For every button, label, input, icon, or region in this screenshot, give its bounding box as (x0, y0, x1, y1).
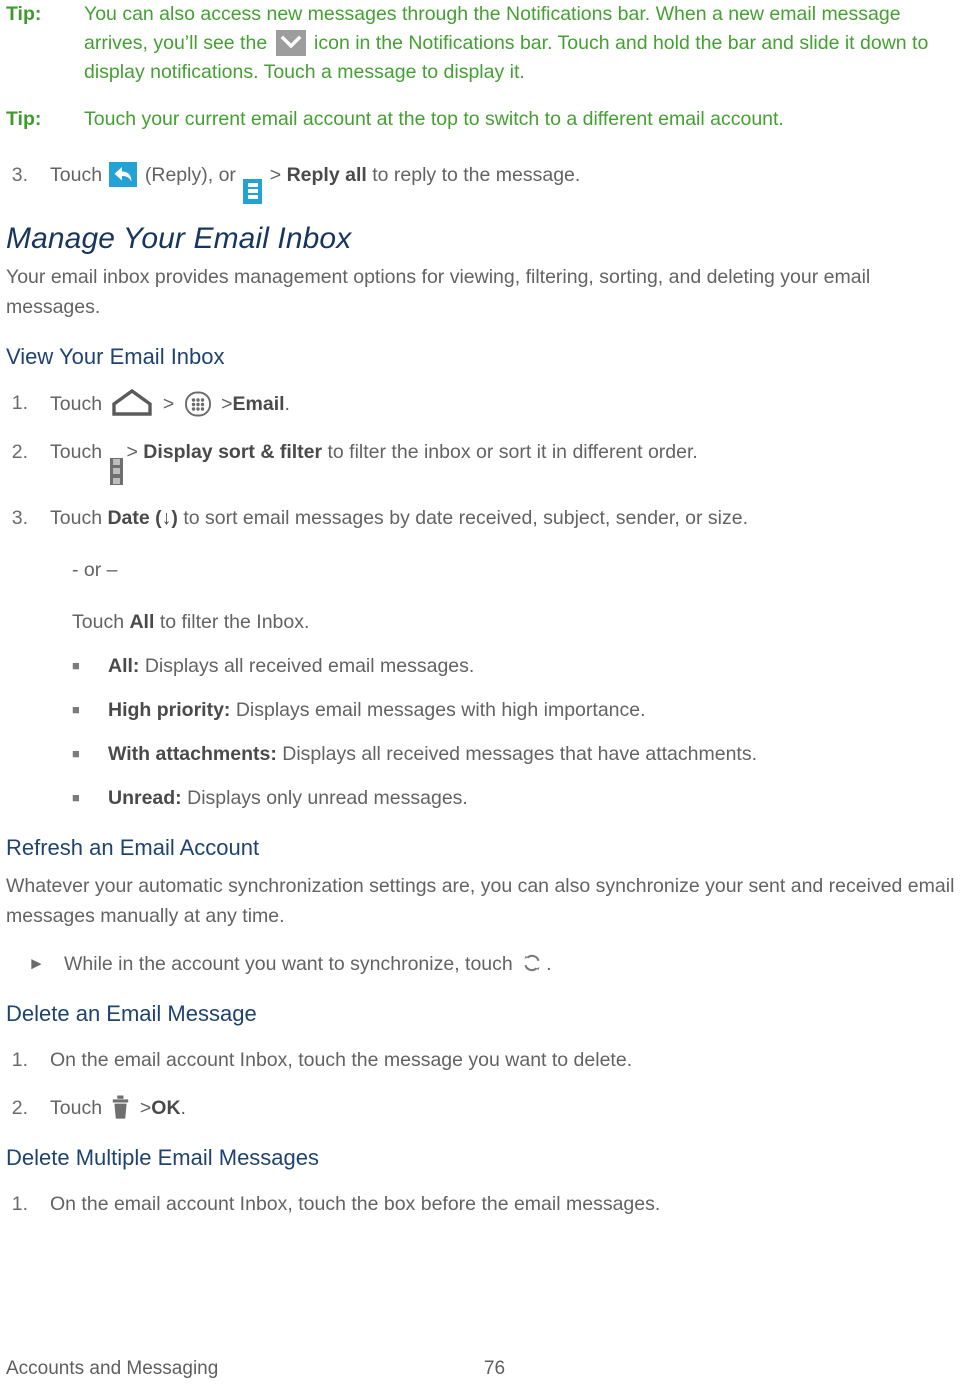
step-number: 2. (11, 440, 28, 463)
list-item: ■ All: Displays all received email messa… (6, 651, 963, 681)
section-intro: Your email inbox provides management opt… (6, 265, 871, 318)
separator: > (139, 1096, 152, 1119)
step-open-email: 1. Touch > >Email. (6, 388, 963, 419)
step-number: 1. (11, 1192, 28, 1215)
heading-delete-multiple-email-messages: Delete Multiple Email Messages (6, 1144, 320, 1170)
step-text: On the email account Inbox, touch the me… (50, 1048, 633, 1071)
list-item: ■ With attachments: Displays all receive… (6, 739, 963, 769)
heading-view-your-email-inbox: View Your Email Inbox (6, 343, 225, 369)
tip-block-switch-account: Tip: Touch your current email account at… (6, 105, 963, 134)
step-select-multiple-messages: 1. On the email account Inbox, touch the… (6, 1189, 963, 1219)
step-text: While in the account you want to synchro… (64, 949, 963, 979)
manual-page: Tip: You can also access new messages th… (0, 0, 969, 1396)
period: . (284, 392, 290, 415)
touch-word: Touch (72, 610, 125, 633)
tip-text: You can also access new messages through… (84, 0, 963, 87)
step-synchronize: ► While in the account you want to synch… (6, 949, 963, 979)
reply-paren-text: (Reply), or (144, 164, 236, 186)
step-tail: to reply to the message. (372, 164, 581, 186)
step-text-part2: . (546, 952, 552, 975)
footer-page-number: 76 (483, 1358, 506, 1379)
alt-step-tail: to filter the Inbox. (159, 610, 310, 633)
square-bullet-icon: ■ (72, 657, 80, 673)
filter-description: Displays all received email messages. (144, 654, 475, 677)
page-footer: Accounts and Messaging 76 (6, 1358, 963, 1380)
filter-term: With attachments: (108, 742, 277, 765)
separator: > (126, 440, 138, 463)
reply-all-label: Reply all (286, 164, 367, 186)
filter-option: All: Displays all received email message… (108, 651, 963, 681)
filter-term: All: (108, 654, 140, 677)
heading-refresh-an-email-account: Refresh an Email Account (6, 834, 260, 860)
tip-text: Touch your current email account at the … (84, 108, 784, 130)
reply-icon (109, 162, 138, 187)
ok-label: OK (151, 1096, 181, 1119)
step-text: Touch > >Email. (50, 388, 963, 419)
display-sort-filter-label: Display sort & filter (143, 440, 323, 463)
overflow-menu-icon (110, 457, 124, 485)
step-text-part1: While in the account you want to synchro… (64, 952, 513, 975)
touch-word: Touch (50, 440, 103, 463)
step-display-sort-filter: 2. Touch > Display sort & filter to filt… (6, 437, 963, 485)
filter-description: Displays email messages with high import… (235, 698, 646, 721)
step-select-message-to-delete: 1. On the email account Inbox, touch the… (6, 1045, 963, 1075)
step-text: On the email account Inbox, touch the bo… (50, 1192, 661, 1215)
step-text: Touch >OK. (50, 1093, 963, 1123)
refresh-sync-icon (521, 952, 543, 974)
step-number: 2. (11, 1096, 28, 1119)
separator: > (221, 392, 233, 415)
step-number: 1. (11, 391, 28, 414)
step-number: 1. (11, 1048, 28, 1071)
step-tail: to sort email messages by date received,… (183, 506, 749, 529)
page-title: Manage Your Email Inbox (6, 221, 352, 255)
filter-option: High priority: Displays email messages w… (108, 695, 963, 725)
step-text: Touch > Display sort & filter to filter … (50, 437, 963, 485)
step-number: 3. (11, 164, 28, 186)
list-item: ■ Unread: Displays only unread messages. (6, 783, 963, 813)
filter-term: High priority: (108, 698, 231, 721)
overflow-menu-icon (243, 178, 263, 204)
step-number: 3. (11, 506, 28, 529)
filter-option: With attachments: Displays all received … (108, 739, 963, 769)
step-sort-by-date: 3. Touch Date (↓) to sort email messages… (6, 503, 963, 533)
step-text: Touch (Reply), or > Reply all to reply t… (50, 160, 963, 204)
apps-grid-icon (184, 390, 212, 418)
period: . (180, 1096, 186, 1119)
filter-option: Unread: Displays only unread messages. (108, 783, 963, 813)
refresh-body-text: Whatever your automatic synchronization … (6, 874, 955, 927)
separator: > (162, 392, 175, 415)
tip-label: Tip: (6, 3, 42, 25)
date-sort-label: Date (↓) (107, 506, 178, 529)
touch-word: Touch (50, 392, 103, 415)
heading-delete-an-email-message: Delete an Email Message (6, 1000, 257, 1026)
alt-step-filter-all: Touch All to filter the Inbox. (6, 607, 963, 637)
touch-word: Touch (50, 164, 103, 186)
trash-icon (111, 1094, 130, 1121)
touch-word: Touch (50, 506, 103, 529)
step-reply: 3. Touch (Reply), or > Reply all to repl… (6, 160, 963, 204)
filter-description: Displays only unread messages. (187, 786, 468, 809)
step-tail: to filter the inbox or sort it in differ… (327, 440, 698, 463)
touch-word: Touch (50, 1096, 103, 1119)
envelope-notification-icon (275, 30, 306, 56)
or-divider: - or – (72, 558, 118, 581)
square-bullet-icon: ■ (72, 701, 80, 717)
tip-block-notifications: Tip: You can also access new messages th… (6, 0, 963, 87)
separator: > (269, 164, 282, 186)
email-label: Email (232, 392, 285, 415)
square-bullet-icon: ■ (72, 789, 80, 805)
triangle-bullet-icon: ► (28, 953, 45, 973)
square-bullet-icon: ■ (72, 745, 80, 761)
filter-description: Displays all received messages that have… (282, 742, 757, 765)
all-label: All (129, 610, 155, 633)
filter-term: Unread: (108, 786, 182, 809)
home-icon (110, 388, 154, 418)
step-text: Touch Date (↓) to sort email messages by… (50, 503, 963, 533)
step-confirm-delete: 2. Touch >OK. (6, 1093, 963, 1123)
tip-label: Tip: (6, 108, 42, 130)
list-item: ■ High priority: Displays email messages… (6, 695, 963, 725)
